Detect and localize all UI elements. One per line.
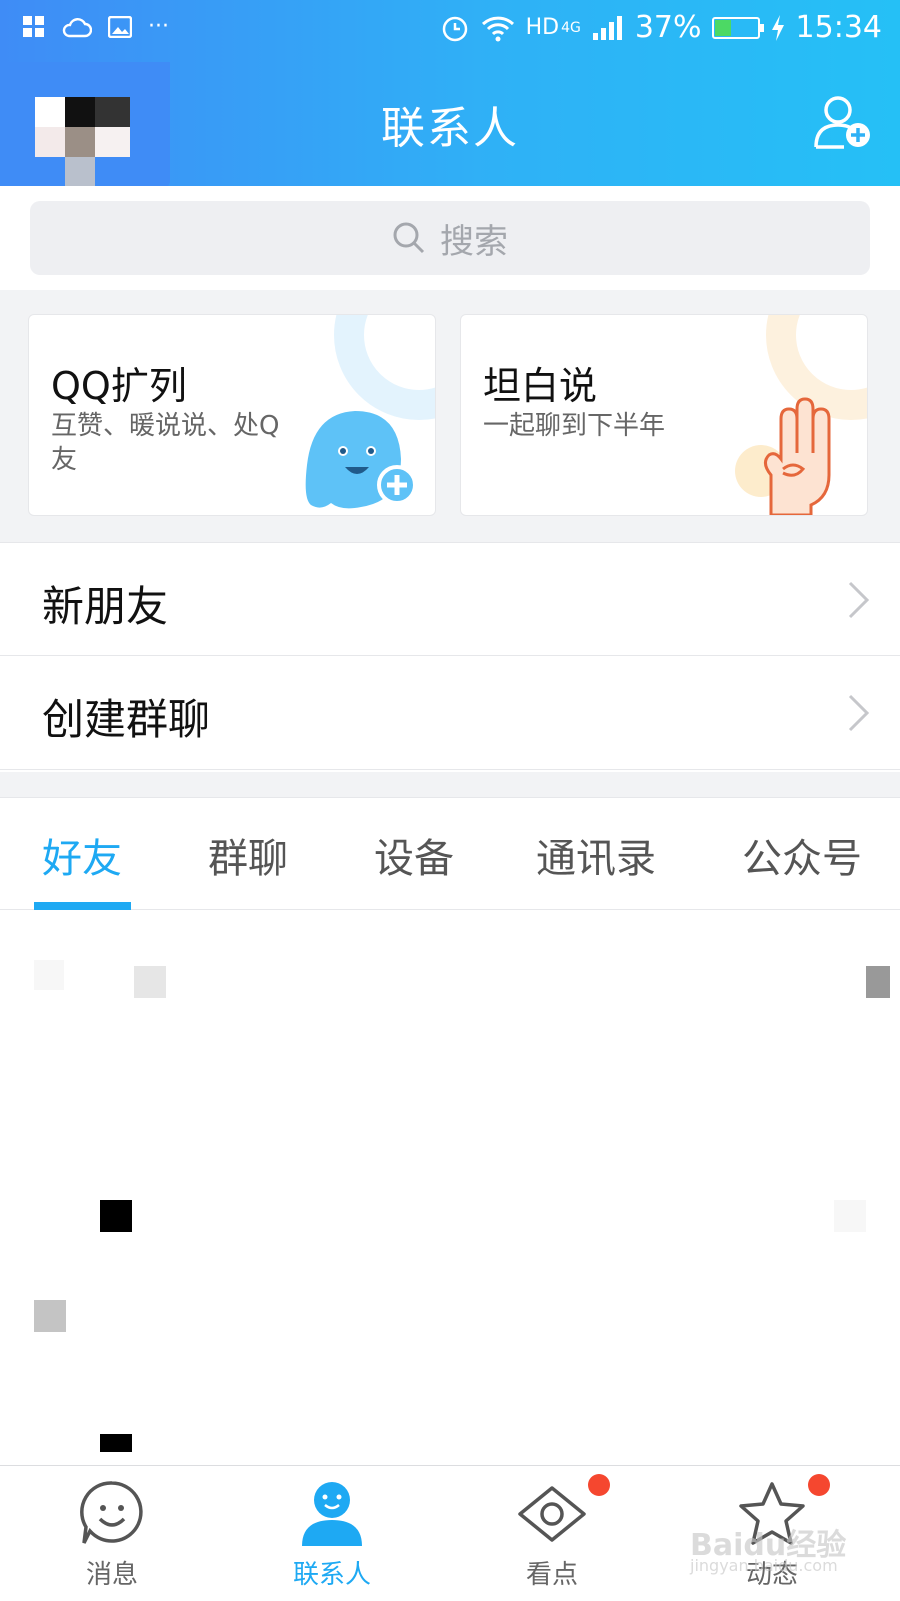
tab-official-accounts[interactable]: 公众号 xyxy=(742,826,862,884)
redacted-block xyxy=(834,1200,866,1232)
app-grid-icon xyxy=(23,15,44,37)
eye-icon xyxy=(518,1486,586,1542)
row-label: 创建群聊 xyxy=(42,695,211,744)
redacted-block xyxy=(866,966,890,998)
status-bar: ··· HD 4G 37% 15:34 xyxy=(0,0,900,62)
nav-label: 联系人 xyxy=(292,1560,371,1590)
search-icon xyxy=(393,222,425,254)
alarm-icon xyxy=(442,16,467,41)
chevron-right-icon xyxy=(848,694,870,732)
clock-time: 15:34 xyxy=(795,10,882,45)
redacted-block xyxy=(34,960,64,990)
card-title: QQ扩列 xyxy=(51,364,187,408)
more-dots-icon: ··· xyxy=(148,14,169,39)
add-user-icon[interactable] xyxy=(812,93,874,151)
nav-label: 看点 xyxy=(525,1560,578,1590)
redacted-block xyxy=(100,1434,132,1452)
battery-fill xyxy=(714,19,731,36)
cloud-icon xyxy=(62,17,92,37)
chevron-right-icon xyxy=(848,581,870,619)
contact-person-icon xyxy=(302,1482,362,1546)
smile-bubble-icon xyxy=(80,1481,143,1544)
tab-groups[interactable]: 群聊 xyxy=(208,826,288,884)
search-input[interactable]: 搜索 xyxy=(30,201,870,275)
notification-badge xyxy=(808,1474,830,1496)
nav-label: 消息 xyxy=(85,1560,138,1590)
card-subtitle: 互赞、暖说说、处Q友 xyxy=(51,411,280,475)
network-type: HD xyxy=(525,15,560,40)
contacts-tabs: 好友 群聊 设备 通讯录 公众号 xyxy=(0,798,900,910)
nav-messages[interactable]: 消息 xyxy=(42,1466,182,1601)
nav-contacts[interactable]: 联系人 xyxy=(262,1466,402,1601)
blue-ghost-plus-icon xyxy=(305,411,417,509)
notification-badge xyxy=(588,1474,610,1496)
active-tab-indicator xyxy=(34,902,131,910)
nav-kandian[interactable]: 看点 xyxy=(482,1466,622,1601)
status-right: HD 4G 37% 15:34 xyxy=(440,10,882,45)
redacted-block xyxy=(34,1300,66,1332)
card-subtitle: 一起聊到下半年 xyxy=(483,411,666,441)
signal-icon xyxy=(592,15,622,40)
tab-devices[interactable]: 设备 xyxy=(374,826,454,884)
search-placeholder: 搜索 xyxy=(440,221,508,262)
section-divider xyxy=(0,772,900,798)
battery-percent: 37% xyxy=(634,10,702,45)
tab-friends[interactable]: 好友 xyxy=(42,826,122,884)
new-friends-row[interactable]: 新朋友 xyxy=(0,542,900,656)
page-title: 联系人 xyxy=(381,103,519,154)
wifi-icon xyxy=(481,16,514,41)
tanbaishuo-card[interactable]: 坦白说 一起聊到下半年 xyxy=(460,314,868,516)
status-left-icons: ··· xyxy=(22,14,169,39)
battery-icon xyxy=(711,16,764,39)
hand-gesture-icon xyxy=(764,397,831,515)
create-group-row[interactable]: 创建群聊 xyxy=(0,656,900,770)
card-title: 坦白说 xyxy=(483,364,598,408)
charging-icon xyxy=(771,14,784,41)
redacted-block xyxy=(134,966,166,998)
tab-phonebook[interactable]: 通讯录 xyxy=(536,826,656,884)
image-icon xyxy=(108,15,132,38)
redacted-block xyxy=(100,1200,132,1232)
network-generation: 4G xyxy=(561,19,581,36)
friends-list xyxy=(0,910,900,1465)
qq-kuolie-card[interactable]: QQ扩列 互赞、暖说说、处Q友 xyxy=(28,314,436,516)
watermark-url: jingyan.baidu.com xyxy=(690,1556,838,1575)
row-label: 新朋友 xyxy=(42,582,169,631)
